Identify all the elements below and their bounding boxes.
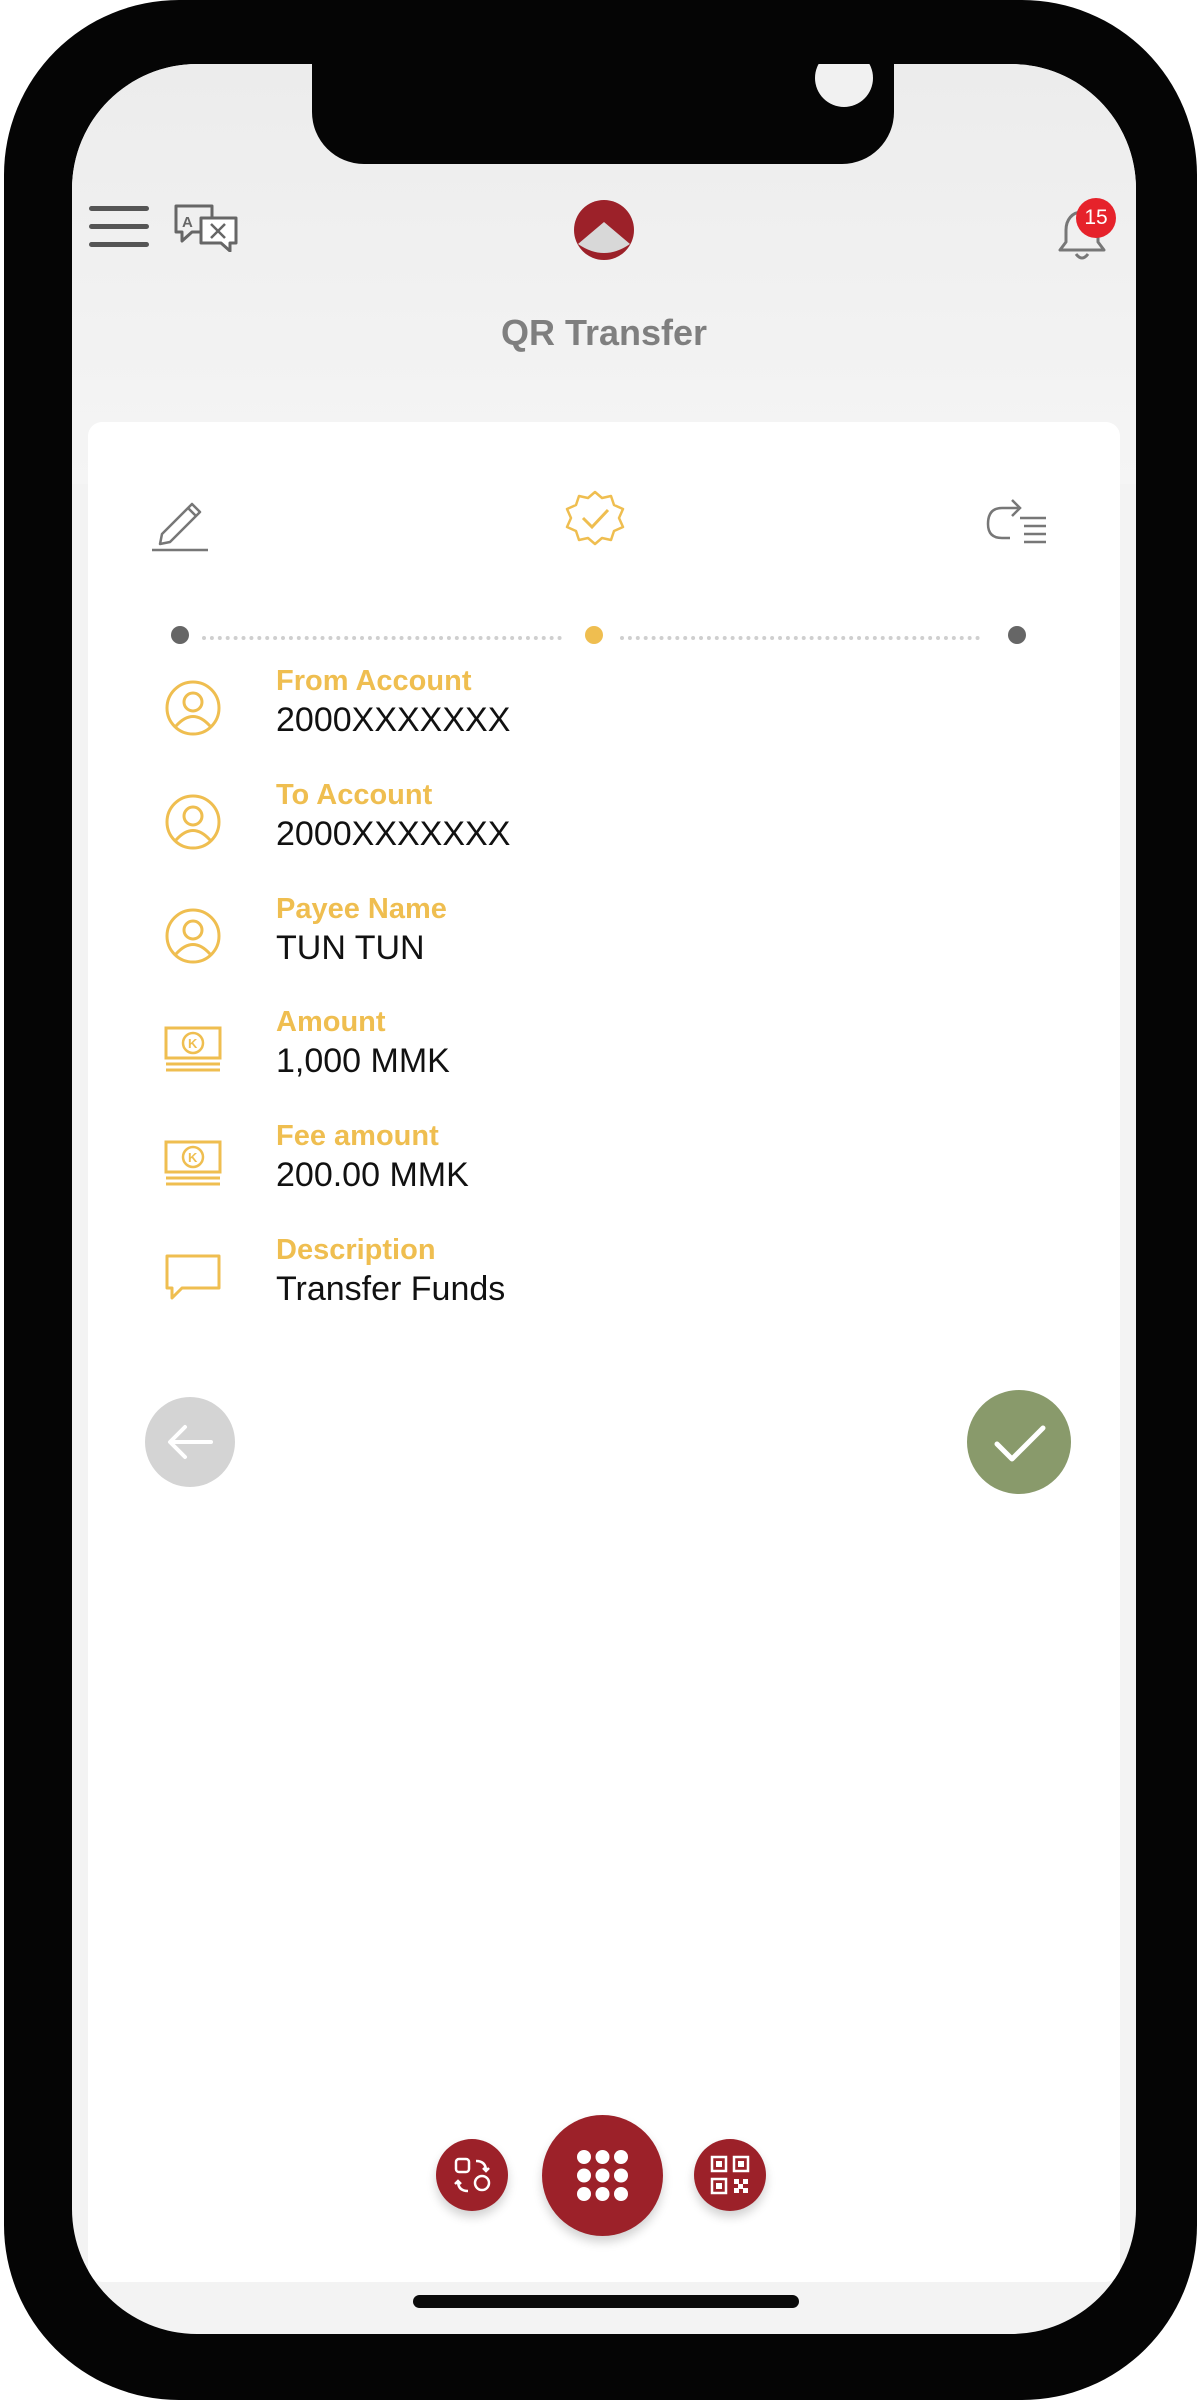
app-screen: A 15 QR Transfer ............ From Accou… — [72, 64, 1136, 2334]
camera — [815, 64, 873, 107]
bank-logo — [574, 200, 634, 260]
transfer-shortcut-button[interactable] — [436, 2139, 508, 2211]
phone-notch — [312, 64, 894, 164]
amount-row: K Amount 1,000 MMK — [164, 1006, 864, 1100]
amount-label: Amount — [276, 1006, 386, 1038]
to-account-label: To Account — [276, 779, 433, 811]
payee-name-label: Payee Name — [276, 893, 447, 925]
banknote-icon: K — [164, 1026, 222, 1072]
svg-text:A: A — [182, 214, 193, 231]
amount-value: 1,000 MMK — [276, 1042, 450, 1080]
exchange-icon — [454, 2157, 491, 2193]
payee-name-row: Payee Name TUN TUN — [164, 893, 864, 987]
back-button[interactable] — [145, 1397, 235, 1487]
list-arrow-icon — [986, 499, 1046, 544]
to-account-row: To Account 2000XXXXXXX — [164, 779, 864, 873]
description-label: Description — [276, 1234, 436, 1266]
stepper-line-2 — [620, 636, 980, 640]
home-menu-button[interactable] — [542, 2115, 663, 2236]
page-title: QR Transfer — [500, 312, 708, 353]
step-dot-result — [1008, 626, 1026, 644]
qr-scan-button[interactable] — [694, 2139, 766, 2211]
qr-code-icon — [710, 2155, 750, 2195]
verified-badge-icon — [565, 490, 625, 546]
step-dot-confirm — [585, 626, 603, 644]
user-circle-icon — [165, 908, 221, 964]
stepper-line-1 — [202, 636, 562, 640]
from-account-value: 2000XXXXXXX — [276, 701, 511, 739]
fee-amount-value: 200.00 MMK — [276, 1156, 469, 1194]
hamburger-menu-icon[interactable] — [89, 206, 149, 248]
payee-name-value: TUN TUN — [276, 929, 425, 967]
chat-bubble-icon — [165, 1254, 221, 1300]
checkmark-icon — [994, 1425, 1046, 1462]
description-row: Description Transfer Funds — [164, 1234, 864, 1328]
description-value: Transfer Funds — [276, 1270, 506, 1308]
fee-amount-label: Fee amount — [276, 1120, 439, 1152]
home-indicator — [413, 2295, 799, 2308]
grid-menu-icon — [577, 2150, 628, 2201]
language-switch-icon[interactable]: A — [173, 202, 239, 252]
phone-frame: A 15 QR Transfer ............ From Accou… — [4, 0, 1197, 2400]
to-account-value: 2000XXXXXXX — [276, 815, 511, 853]
svg-text:K: K — [188, 1150, 198, 1165]
from-account-label: From Account — [276, 665, 472, 697]
step-dot-edit — [171, 626, 189, 644]
arrow-left-icon — [168, 1425, 213, 1459]
svg-text:K: K — [188, 1036, 198, 1051]
from-account-row: From Account 2000XXXXXXX — [164, 665, 864, 759]
notification-badge: 15 — [1076, 198, 1116, 238]
confirm-button[interactable] — [967, 1390, 1071, 1494]
banknote-icon: K — [164, 1140, 222, 1186]
pencil-icon — [152, 502, 208, 552]
user-circle-icon — [165, 794, 221, 850]
title-underline-dots: ............ — [559, 365, 650, 377]
fee-amount-row: K Fee amount 200.00 MMK — [164, 1120, 864, 1214]
user-circle-icon — [165, 680, 221, 736]
